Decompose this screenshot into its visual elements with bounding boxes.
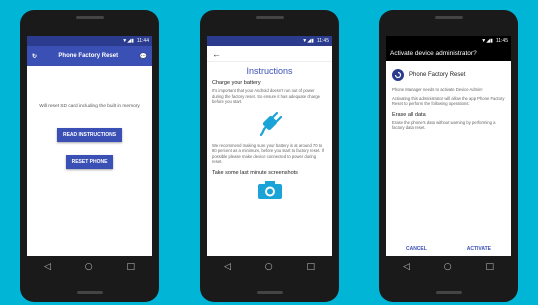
home-nav-icon[interactable]: ○ (444, 262, 452, 272)
screen: ▼◢▮ 11:44 ↻ Phone Factory Reset 💬 Will r… (27, 36, 152, 256)
screen: ▼◢▮ 11:45 ← Instructions Charge your bat… (207, 36, 332, 256)
activate-button[interactable]: ACTIVATE (467, 246, 491, 252)
app-bar: ↻ Phone Factory Reset 💬 (27, 46, 152, 66)
panel-2: ▼◢▮ 11:45 ← Instructions Charge your bat… (180, 0, 359, 305)
bottom-slot (256, 291, 283, 294)
status-time: 11:45 (495, 38, 508, 44)
paragraph: We recommend making sure your battery is… (212, 142, 324, 165)
plug-icon (207, 109, 332, 139)
signal-icon: ▼◢▮ (481, 38, 493, 44)
app-logo-icon (392, 69, 404, 81)
status-time: 11:45 (316, 38, 329, 44)
phone-frame: ▼◢▮ 11:45 Activate device administrator?… (379, 10, 518, 302)
status-time: 11:44 (136, 38, 149, 44)
screen: ▼◢▮ 11:45 Activate device administrator?… (386, 36, 511, 256)
bottom-slot (76, 291, 103, 294)
admin-card: Phone Factory Reset Phone Manager needs … (386, 61, 511, 256)
status-bar: ▼◢▮ 11:44 (27, 36, 152, 46)
speaker (255, 16, 284, 19)
home-nav-icon[interactable]: ○ (265, 262, 273, 272)
status-bar: ▼◢▮ 11:45 (207, 36, 332, 46)
dialog-title: Activate device administrator? (386, 46, 511, 61)
cancel-button[interactable]: CANCEL (406, 246, 427, 252)
app-name: Phone Factory Reset (409, 72, 466, 78)
nav-bar: ◁ ○ □ (27, 258, 152, 276)
chat-icon[interactable]: 💬 (140, 53, 147, 60)
read-instructions-button[interactable]: READ INSTRUCTIONS (56, 128, 123, 142)
nav-bar: ◁ ○ □ (207, 258, 332, 276)
signal-icon: ▼◢▮ (302, 38, 314, 44)
page-title: Instructions (246, 66, 293, 76)
camera-icon (207, 180, 332, 200)
back-nav-icon[interactable]: ◁ (44, 262, 51, 272)
back-arrow-icon[interactable]: ← (212, 49, 221, 59)
bottom-slot (435, 291, 462, 294)
speaker (75, 16, 104, 19)
signal-icon: ▼◢▮ (122, 38, 134, 44)
paragraph: Erase the phone's data without warning b… (392, 119, 496, 130)
app-bar: ← (207, 46, 332, 62)
section-heading: Erase all data (392, 111, 426, 118)
recents-nav-icon[interactable]: □ (486, 262, 495, 272)
speaker (434, 16, 463, 19)
panel-3: ▼◢▮ 11:45 Activate device administrator?… (359, 0, 538, 305)
refresh-icon[interactable]: ↻ (32, 53, 37, 60)
panel-1: ▼◢▮ 11:44 ↻ Phone Factory Reset 💬 Will r… (0, 0, 179, 305)
app-title: Phone Factory Reset (58, 53, 119, 59)
reset-phone-button[interactable]: RESET PHONE (65, 155, 114, 169)
back-nav-icon[interactable]: ◁ (224, 262, 231, 272)
paragraph: It's important that your Android doesn't… (212, 88, 321, 104)
phone-frame: ▼◢▮ 11:44 ↻ Phone Factory Reset 💬 Will r… (20, 10, 159, 302)
paragraph: Activating this administrator will allow… (392, 96, 505, 107)
nav-bar: ◁ ○ □ (386, 258, 511, 276)
recents-nav-icon[interactable]: □ (127, 262, 136, 272)
status-bar: ▼◢▮ 11:45 (386, 36, 511, 46)
phone-frame: ▼◢▮ 11:45 ← Instructions Charge your bat… (200, 10, 339, 302)
section-heading: Charge your battery (212, 80, 261, 86)
home-nav-icon[interactable]: ○ (85, 262, 93, 272)
back-nav-icon[interactable]: ◁ (403, 262, 410, 272)
paragraph: Phone Manager needs to activate Device A… (392, 87, 483, 92)
recents-nav-icon[interactable]: □ (307, 262, 316, 272)
info-message: Will reset SD card including the built i… (39, 104, 140, 109)
section-heading: Take some last minute screenshots (212, 169, 298, 176)
